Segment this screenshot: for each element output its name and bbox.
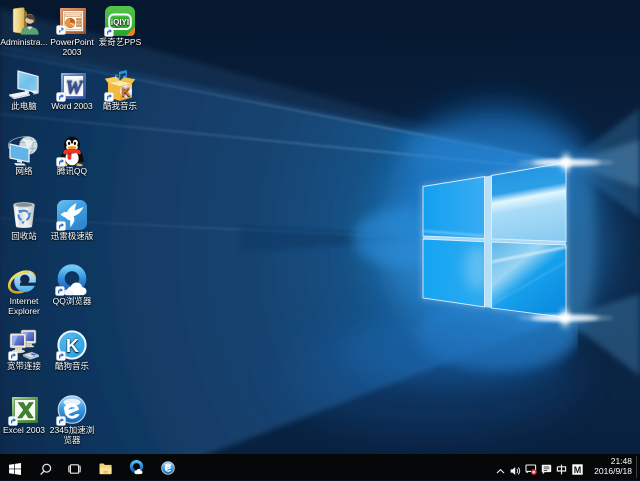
svg-text:K: K bbox=[66, 336, 79, 356]
svg-text:iQIYI: iQIYI bbox=[111, 18, 129, 27]
svg-text:M: M bbox=[574, 465, 582, 475]
svg-text:K: K bbox=[122, 85, 131, 99]
svg-text:W: W bbox=[66, 77, 84, 98]
